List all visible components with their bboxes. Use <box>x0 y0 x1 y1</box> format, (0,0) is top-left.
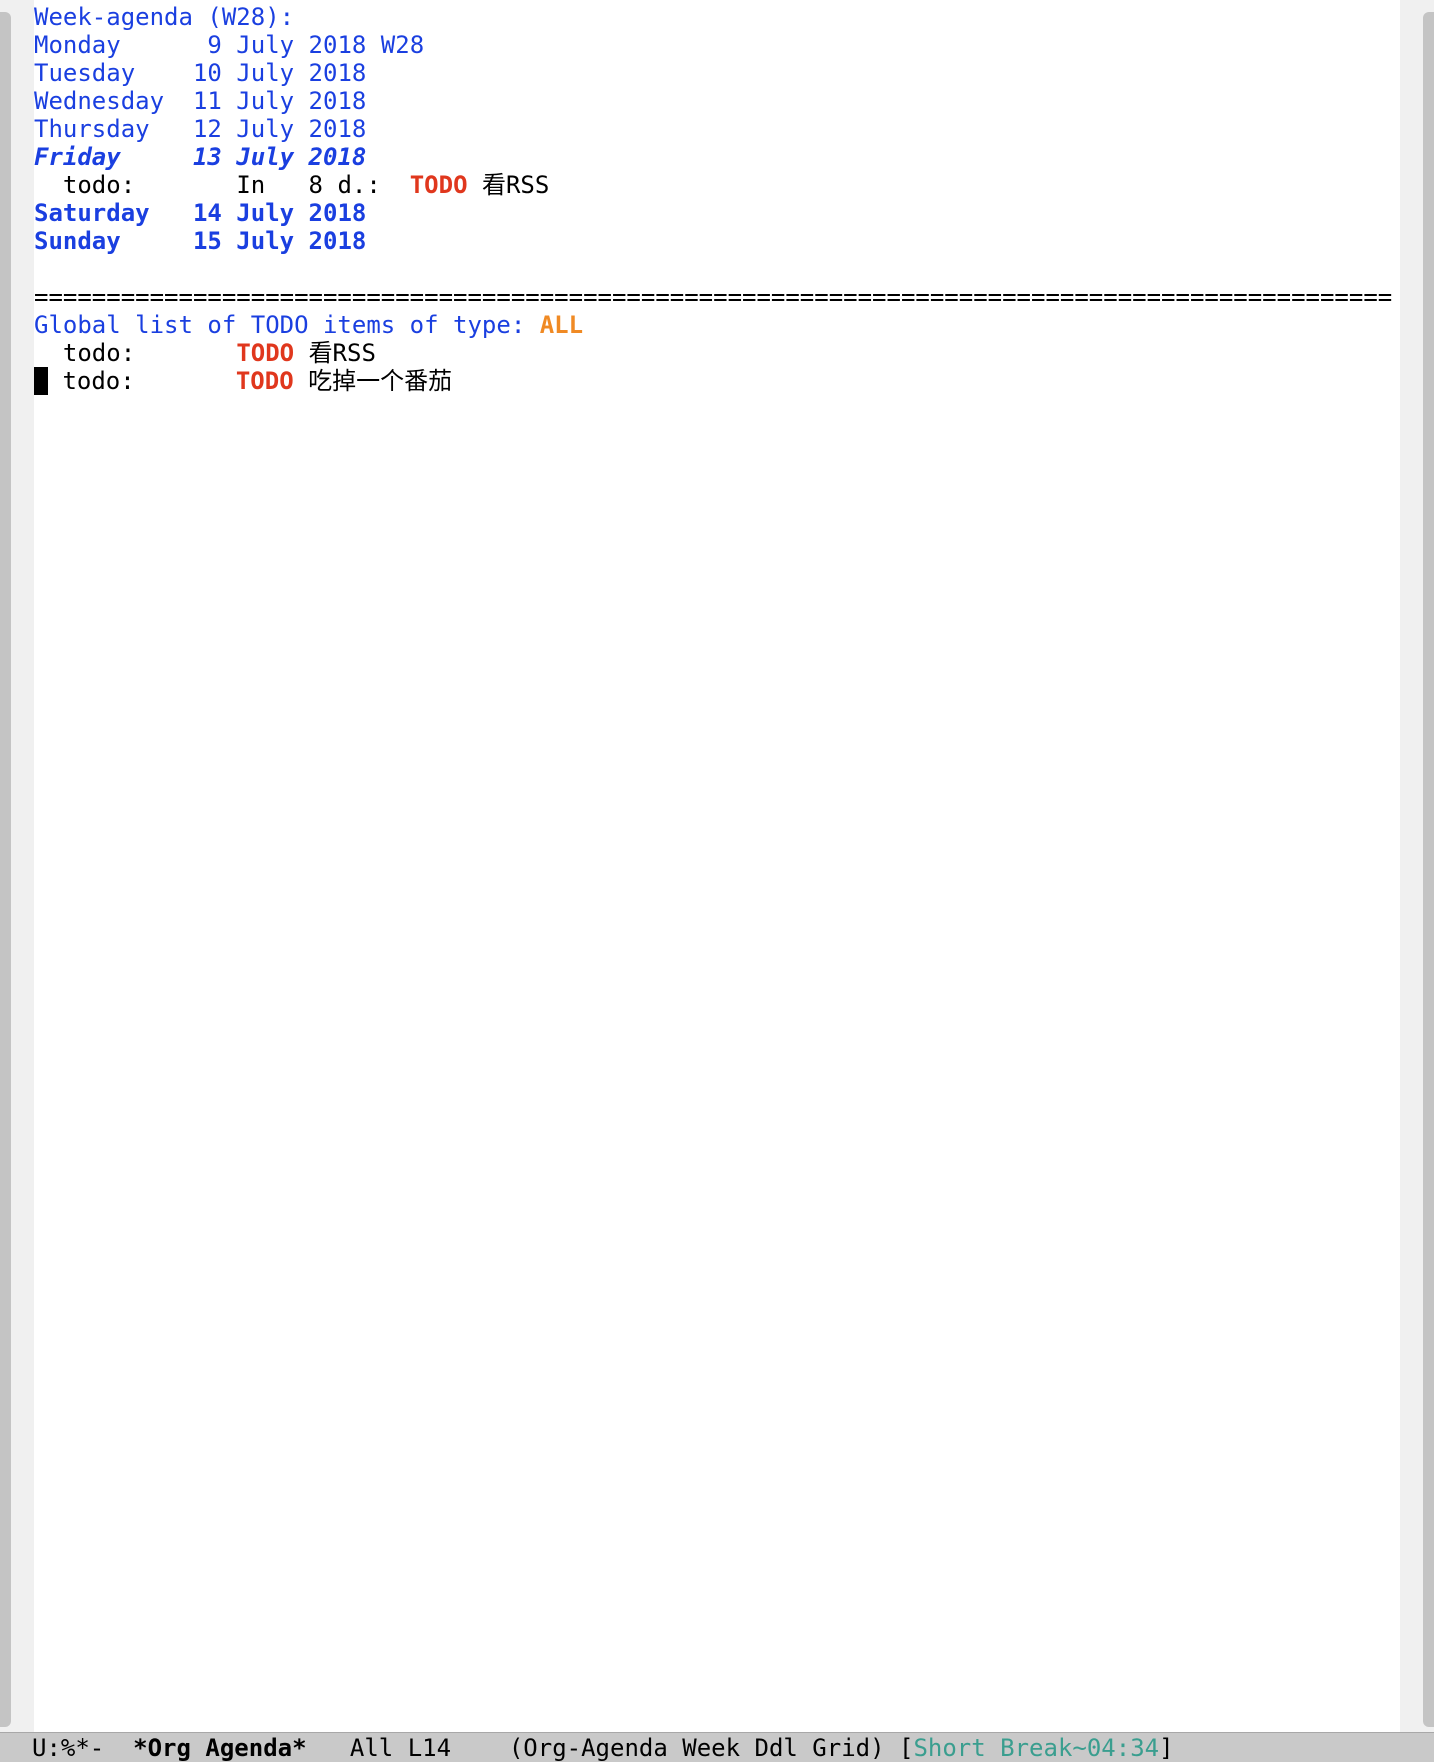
day-monday[interactable]: Monday 9 July 2018 W28 <box>34 31 1400 59</box>
entry-category: todo: <box>34 171 136 199</box>
day-name: Saturday <box>34 199 150 227</box>
major-minor-modes[interactable]: (Org-Agenda Week Ddl Grid) <box>509 1734 885 1762</box>
agenda-header: Week-agenda (W28): <box>34 3 295 31</box>
todo-keyword: TODO <box>236 339 295 367</box>
block-separator: ========================================… <box>34 283 1392 311</box>
buffer-status: U:%*- <box>32 1734 105 1762</box>
bracket-close: ] <box>1159 1734 1174 1762</box>
day-date: 12 July 2018 <box>178 115 367 143</box>
org-agenda-buffer[interactable]: Week-agenda (W28): Monday 9 July 2018 W2… <box>34 3 1400 1732</box>
mode-line-text: U:%*- *Org Agenda* All L14 (Org-Agenda W… <box>32 1733 1174 1762</box>
day-date: 14 July 2018 <box>178 199 367 227</box>
buffer-position: All L14 <box>349 1734 452 1762</box>
buffer-name[interactable]: *Org Agenda* <box>133 1734 306 1762</box>
day-date: 9 July 2018 <box>178 31 367 59</box>
day-thursday[interactable]: Thursday 12 July 2018 <box>34 115 1400 143</box>
day-name: Tuesday <box>34 59 136 87</box>
item-title: 吃掉一个番茄 <box>308 367 453 395</box>
emacs-frame: Week-agenda (W28): Monday 9 July 2018 W2… <box>0 0 1434 1762</box>
day-saturday[interactable]: Saturday 14 July 2018 <box>34 199 1400 227</box>
todo-type: ALL <box>539 311 584 339</box>
todo-keyword: TODO <box>235 367 294 395</box>
day-date: 11 July 2018 <box>178 87 367 115</box>
entry-title: 看RSS <box>481 171 550 199</box>
day-name: Wednesday <box>34 87 165 115</box>
agenda-entry[interactable]: todo: In 8 d.: TODO 看RSS <box>34 171 1400 199</box>
right-scrollbar[interactable] <box>1423 12 1434 1727</box>
text-cursor <box>34 367 48 395</box>
week-number: W28 <box>366 31 425 59</box>
day-name: Sunday <box>34 227 121 255</box>
todo-list-item[interactable]: todo: TODO 看RSS <box>34 339 1400 367</box>
day-name: Monday <box>34 31 121 59</box>
day-date: 15 July 2018 <box>178 227 367 255</box>
todo-keyword: TODO <box>409 171 468 199</box>
right-fringe <box>1400 0 1434 1732</box>
bracket-open: [ <box>899 1734 914 1762</box>
day-name: Friday <box>34 143 121 171</box>
global-todo-header: Global list of TODO items of type: ALL <box>34 311 1400 339</box>
todo-list-item[interactable]: todo: TODO 吃掉一个番茄 <box>34 367 1400 395</box>
day-date: 10 July 2018 <box>178 59 367 87</box>
day-tuesday[interactable]: Tuesday 10 July 2018 <box>34 59 1400 87</box>
item-category: todo: <box>48 367 135 395</box>
item-title: 看RSS <box>308 339 376 367</box>
day-date: 13 July 2018 <box>178 143 367 171</box>
day-sunday[interactable]: Sunday 15 July 2018 <box>34 227 1400 255</box>
left-scrollbar[interactable] <box>0 12 11 1727</box>
mode-line[interactable]: U:%*- *Org Agenda* All L14 (Org-Agenda W… <box>0 1732 1434 1762</box>
day-name: Thursday <box>34 115 150 143</box>
entry-deadline: In 8 d.: <box>236 171 381 199</box>
day-wednesday[interactable]: Wednesday 11 July 2018 <box>34 87 1400 115</box>
day-friday-today[interactable]: Friday 13 July 2018 <box>34 143 1400 171</box>
global-todo-header-text: Global list of TODO items of type: <box>34 311 540 339</box>
pomodoro-timer: Short Break~04:34 <box>913 1734 1160 1762</box>
item-category: todo: <box>48 339 136 367</box>
left-fringe <box>0 0 34 1732</box>
